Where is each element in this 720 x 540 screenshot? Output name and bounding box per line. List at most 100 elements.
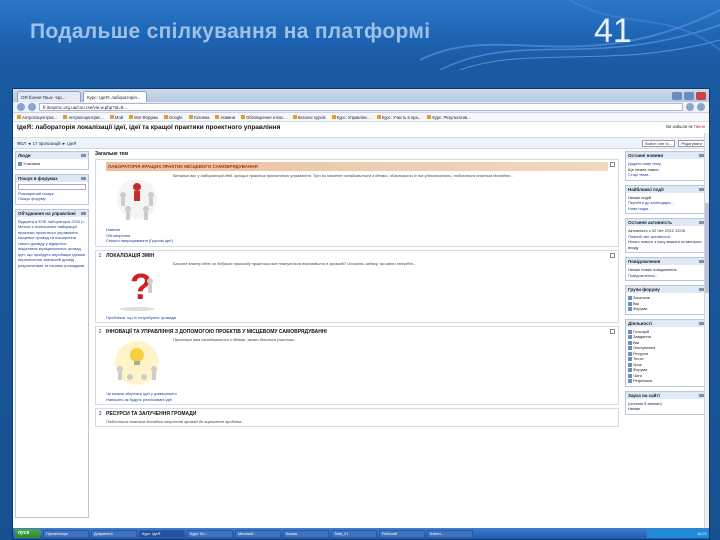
forum-icon bbox=[628, 368, 632, 372]
forward-icon[interactable] bbox=[28, 103, 36, 111]
toggle-icon[interactable] bbox=[610, 162, 615, 167]
course-section: ЛАБОРАТОРІЯ КРАЩИХ ПРАКТИК МІСЦЕВОГО САМ… bbox=[95, 159, 619, 247]
toggle-icon[interactable] bbox=[610, 329, 615, 334]
close-button[interactable] bbox=[696, 92, 706, 100]
taskbar-item[interactable]: Кошик bbox=[283, 529, 329, 538]
section-summary: Вітаємо вас у лабораторії ідей, кращих п… bbox=[173, 173, 514, 178]
section-banner: ЛАБОРАТОРІЯ КРАЩИХ ПРАКТИК МІСЦЕВОГО САМ… bbox=[106, 162, 608, 171]
section-summary: Поділитися власним досвідом залучення гр… bbox=[106, 419, 245, 424]
slide-number: 41 bbox=[594, 12, 632, 50]
quiz-icon bbox=[628, 357, 632, 361]
search-forum-link[interactable]: Пошук форуму bbox=[18, 196, 86, 202]
folder-icon bbox=[628, 296, 632, 300]
scrollbar-thumb[interactable] bbox=[705, 203, 709, 293]
participants-link[interactable]: Учасники bbox=[18, 161, 86, 167]
section-title: ЛОКАЛІЗАЦІЯ ЗМІН bbox=[106, 252, 155, 259]
maximize-button[interactable] bbox=[684, 92, 694, 100]
bookmark[interactable]: Новини bbox=[215, 115, 235, 120]
browser-tab-active[interactable]: Курс: IдеЯ: лабораторія... bbox=[83, 91, 147, 102]
course-header: IдеЯ: лабораторія локалізації ідеї, ідеї… bbox=[13, 122, 709, 138]
search-input[interactable] bbox=[18, 183, 86, 190]
messages-block: Повідомлення Немає нових повідомлень Пов… bbox=[625, 257, 707, 281]
user-link[interactable]: Ганна bbox=[694, 124, 705, 129]
bookmark[interactable]: Курс: Участь в пра... bbox=[377, 115, 422, 120]
window-controls bbox=[669, 92, 709, 102]
bookmark[interactable]: Google bbox=[164, 115, 183, 120]
course-main: Люди Учасники Пошук в форумах Розширений… bbox=[13, 149, 709, 539]
taskbar-item[interactable]: Total_21 bbox=[331, 529, 377, 538]
description-block: Об'єднання на управлінні Відкрита в ЕЛЕ … bbox=[15, 208, 89, 518]
bookmark[interactable]: Курс: Результатив... bbox=[427, 115, 470, 120]
taskbar-item[interactable]: Презентація bbox=[43, 529, 89, 538]
wrench-icon[interactable] bbox=[697, 103, 705, 111]
browser-window: ОЯ Ёзння Гвьа: чэр... Курс: IдеЯ: лабора… bbox=[12, 88, 710, 540]
bookmark[interactable]: Каталог курсів bbox=[293, 115, 326, 120]
folder-icon bbox=[628, 307, 632, 311]
forum-link[interactable]: Проблеми, що їх потребують громади bbox=[106, 315, 608, 321]
taskbar-item[interactable]: Клієнт... bbox=[427, 529, 473, 538]
decorative-swirl bbox=[420, 0, 720, 70]
block-title[interactable]: Об'єднання на управлінні bbox=[16, 209, 88, 217]
star-icon[interactable] bbox=[686, 103, 694, 111]
lightbulb-group-illustration bbox=[115, 341, 159, 385]
taskbar-item[interactable]: Документ1 bbox=[91, 529, 137, 538]
lesson-icon bbox=[628, 362, 632, 367]
edit-button[interactable]: Редагувати bbox=[678, 139, 705, 147]
navbar: ФЕЛ ◄ 17 пропозицій ► IдеЯ Switch role t… bbox=[13, 138, 709, 149]
activity-block: Остання активність Активність з 02 Чет 2… bbox=[625, 218, 707, 253]
course-section: 1 ЛОКАЛІЗАЦІЯ ЗМІН ? Бачите власну ідею … bbox=[95, 249, 619, 323]
windows-taskbar: пуск Презентація Документ1 Курс: IдеЯ Ку… bbox=[13, 528, 709, 539]
left-column: Люди Учасники Пошук в форумах Розширений… bbox=[13, 149, 91, 539]
block-title[interactable]: Люди bbox=[16, 152, 88, 159]
slide-header: Подальше спілкування на платформі 41 bbox=[0, 0, 720, 70]
people-icon bbox=[18, 162, 22, 166]
bookmark[interactable]: Антропоцентрис... bbox=[17, 115, 57, 120]
bookmark[interactable]: Головна bbox=[189, 115, 210, 120]
activities-block: Діяльності Глосарій Завдання Вікі Опитув… bbox=[625, 318, 707, 387]
taskbar-item[interactable]: Курс: IдеЯ bbox=[139, 529, 185, 538]
bookmark[interactable]: Антропоцентрис... bbox=[63, 115, 103, 120]
bookmark[interactable]: Мой bbox=[110, 115, 123, 120]
section-title: РЕСУРСИ ТА ЗАЛУЧЕННЯ ГРОМАДИ bbox=[106, 411, 197, 417]
taskbar-item[interactable]: Рабочий bbox=[379, 529, 425, 538]
section-number: 3 bbox=[98, 411, 102, 417]
section-number: 1 bbox=[98, 252, 102, 259]
section-number: 2 bbox=[98, 329, 102, 335]
taskbar-item[interactable]: Курс: Ко... bbox=[187, 529, 233, 538]
slide-title: Подальше спілкування на платформі bbox=[30, 20, 431, 43]
back-icon[interactable] bbox=[17, 103, 25, 111]
assignment-icon bbox=[628, 335, 632, 339]
browser-tab[interactable]: ОЯ Ёзння Гвьа: чэр... bbox=[17, 91, 81, 102]
forum-link[interactable]: Напишіть як будуть реалізовані ідеї bbox=[106, 397, 608, 403]
minimize-button[interactable] bbox=[672, 92, 682, 100]
description-text: Відкрита в ЕЛЕ лабораторія 2010 р. Метою… bbox=[18, 218, 85, 268]
course-section: 2 ІННОВАЦІЇ ТА УПРАВЛІННЯ З ДОПОМОГОЮ ПР… bbox=[95, 326, 619, 405]
topic-header: Загальне тем bbox=[95, 151, 129, 157]
bookmark[interactable]: Обговорення н-Кос... bbox=[241, 115, 287, 120]
vertical-scrollbar[interactable] bbox=[704, 133, 709, 530]
wiki-icon bbox=[628, 340, 632, 345]
toggle-icon[interactable] bbox=[610, 252, 615, 258]
right-column: Останні новини Додати нову тему Ще немає… bbox=[623, 149, 709, 539]
center-column: Загальне тем ЛАБОРАТОРІЯ КРАЩИХ ПРАКТИК … bbox=[91, 149, 623, 539]
events-block: Найближчі події Немає подій Перейти до к… bbox=[625, 184, 707, 214]
login-info: Ви зайшли як Ганна bbox=[666, 124, 705, 129]
chat-icon bbox=[628, 373, 632, 378]
glossary-icon bbox=[628, 329, 632, 334]
bookmark[interactable]: Мої Форумы bbox=[129, 115, 158, 120]
taskbar-item[interactable]: Microsoft... bbox=[235, 529, 281, 538]
section-summary: Пропоную вам ознайомитися з ідеями, яким… bbox=[173, 337, 298, 342]
section-summary: Бачите власну ідею чи доброго прикладу п… bbox=[173, 260, 417, 266]
forum-link[interactable]: Спільні напрацювання (Групові ідеї) bbox=[106, 238, 608, 244]
course-title: IдеЯ: лабораторія локалізації ідеї, ідеї… bbox=[17, 124, 281, 131]
bookmark[interactable]: Курс: Управлінє... bbox=[332, 115, 371, 120]
people-group-illustration bbox=[117, 179, 157, 220]
start-button[interactable]: пуск bbox=[15, 529, 41, 538]
block-title[interactable]: Пошук в форумах bbox=[16, 174, 88, 182]
breadcrumb[interactable]: ФЕЛ ◄ 17 пропозицій ► IдеЯ bbox=[17, 141, 76, 146]
people-block: Люди Учасники bbox=[15, 151, 89, 170]
switch-role-select[interactable]: Switch role to... bbox=[641, 139, 676, 147]
course-section: 3 РЕСУРСИ ТА ЗАЛУЧЕННЯ ГРОМАДИ Поділитис… bbox=[95, 408, 619, 428]
url-input[interactable]: fr.itcsproc.org.ua/cou.rse/vie.w.php?id=… bbox=[39, 103, 683, 111]
address-bar: fr.itcsproc.org.ua/cou.rse/vie.w.php?id=… bbox=[13, 102, 709, 113]
